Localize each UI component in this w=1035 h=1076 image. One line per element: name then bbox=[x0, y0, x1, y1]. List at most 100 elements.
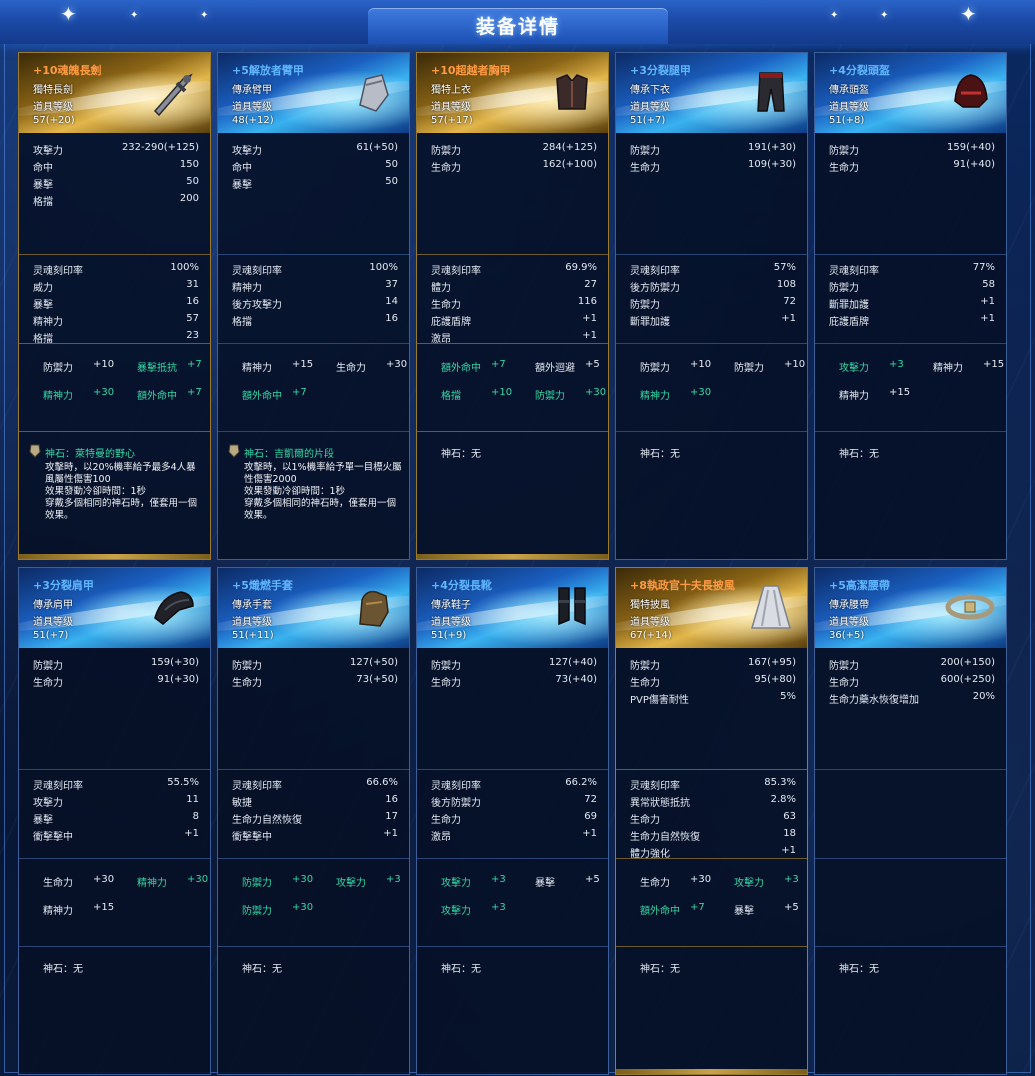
equipment-card[interactable]: +10超越者胸甲 獨特上衣 道具等级 57(+17) 防禦力 284(+125) 生命力 16… bbox=[416, 52, 609, 560]
equipment-card[interactable]: +8執政官十夫長披風 獨特披風 道具等级 67(+14) 防禦力 167(+95) 生命力 9… bbox=[615, 567, 808, 1075]
equipment-card[interactable]: +4分裂頭盔 傳承頭盔 道具等级 51(+8) 防禦力 159(+40) 生命力 91(+40… bbox=[814, 52, 1007, 560]
stat-value: 50 bbox=[385, 159, 398, 170]
sparkle-icon: ✦ bbox=[960, 2, 977, 26]
stat-row: 防禦力 159(+40) bbox=[829, 142, 995, 157]
soul-engraving-stats: 灵魂刻印率 57% 後方防禦力 108 防禦力 72 斷罪加護 +1 bbox=[616, 254, 807, 344]
cape-icon bbox=[744, 580, 798, 634]
item-level-label: 道具等级 bbox=[33, 617, 73, 628]
item-banner: +10魂魄長劍 獨特長劍 道具等级 57(+20) bbox=[19, 53, 210, 133]
equipment-card[interactable]: +5解放者臂甲 傳承臂甲 道具等级 48(+12) 攻擊力 61(+50) 命中 50 暴擊 50… bbox=[217, 52, 410, 560]
stat-value: 109(+30) bbox=[748, 159, 796, 170]
stat-value: 16 bbox=[186, 296, 199, 307]
bonus-stat: 攻擊力 +3 bbox=[734, 874, 804, 889]
stat-value: 18 bbox=[783, 828, 796, 839]
title-bar: 装备详情 ✦ ✦ ✦ ✦ ✦ ✦ bbox=[0, 0, 1035, 44]
boots-icon bbox=[545, 580, 599, 634]
stat-value: 11 bbox=[186, 794, 199, 805]
bonus-label: 精神力 bbox=[933, 363, 963, 374]
bonus-stat: 攻擊力 +3 bbox=[336, 874, 406, 889]
bonus-value: +30 bbox=[93, 387, 115, 398]
stat-label: 防禦力 bbox=[630, 146, 660, 157]
bonus-stat: 攻擊力 +3 bbox=[839, 359, 909, 374]
equipment-card[interactable]: +10魂魄長劍 獨特長劍 道具等级 57(+20) 攻擊力 232-290(+125) 命中… bbox=[18, 52, 211, 560]
stat-value: 2.8% bbox=[770, 794, 796, 805]
soul-stat-row: 體力強化 +1 bbox=[630, 845, 796, 860]
base-stats: 防禦力 159(+40) 生命力 91(+40) bbox=[815, 134, 1006, 254]
stat-label: 生命力 bbox=[33, 678, 63, 689]
bonus-value: +30 bbox=[690, 874, 712, 885]
soul-stat-row: 灵魂刻印率 66.2% bbox=[431, 777, 597, 792]
divine-stone-section: 神石：无 bbox=[616, 431, 807, 560]
soul-stat-row: 後方攻擊力 14 bbox=[232, 296, 398, 311]
bonus-stat: 精神力 +15 bbox=[933, 359, 1004, 374]
stat-label: 體力 bbox=[431, 283, 451, 294]
bonus-label: 精神力 bbox=[640, 391, 670, 402]
equipment-card[interactable]: +3分裂腿甲 傳承下衣 道具等级 51(+7) 防禦力 191(+30) 生命力 109(+3… bbox=[615, 52, 808, 560]
stat-value: 150 bbox=[179, 159, 199, 170]
bonus-stat: 防禦力 +10 bbox=[734, 359, 806, 374]
soul-engraving-stats: 灵魂刻印率 66.2% 後方防禦力 72 生命力 69 激昂 +1 bbox=[417, 769, 608, 859]
equipment-card[interactable]: +5高潔腰帶 傳承腰帶 道具等级 36(+5) 防禦力 200(+150) 生命力 600(+… bbox=[814, 567, 1007, 1075]
soul-stat-row: 生命力 69 bbox=[431, 811, 597, 826]
item-level: 36(+5) bbox=[829, 630, 865, 641]
equipment-card[interactable]: +3分裂肩甲 傳承肩甲 道具等级 51(+7) 防禦力 159(+30) 生命力 91(+30… bbox=[18, 567, 211, 1075]
gem-label: 神石：无 bbox=[43, 964, 83, 975]
gem-label: 神石：无 bbox=[640, 964, 680, 975]
stat-value: 191(+30) bbox=[748, 142, 796, 153]
item-level-label: 道具等级 bbox=[630, 102, 670, 113]
bonus-value: +10 bbox=[784, 359, 806, 370]
item-banner: +4分裂長靴 傳承鞋子 道具等级 51(+9) bbox=[417, 568, 608, 648]
stat-label: 激昂 bbox=[431, 832, 451, 843]
stat-value: 37 bbox=[385, 279, 398, 290]
item-level: 48(+12) bbox=[232, 115, 274, 126]
soul-engraving-stats: 灵魂刻印率 100% 威力 31 暴擊 16 精神力 57 格擋 23 bbox=[19, 254, 210, 345]
stat-value: +1 bbox=[184, 828, 199, 839]
soul-stat-row: 灵魂刻印率 66.6% bbox=[232, 777, 398, 792]
stat-value: +1 bbox=[582, 828, 597, 839]
stat-label: 生命力 bbox=[431, 815, 461, 826]
stat-label: 灵魂刻印率 bbox=[431, 781, 481, 792]
stat-row: 攻擊力 61(+50) bbox=[232, 142, 398, 157]
soul-stat-row: 敏捷 16 bbox=[232, 794, 398, 809]
stat-value: 5% bbox=[780, 691, 796, 702]
stat-label: 生命力 bbox=[431, 300, 461, 311]
item-banner: +10超越者胸甲 獨特上衣 道具等级 57(+17) bbox=[417, 53, 608, 133]
soul-stat-row: 防禦力 72 bbox=[630, 296, 796, 311]
stat-label: 防禦力 bbox=[829, 283, 859, 294]
stat-label: 暴擊 bbox=[232, 180, 252, 191]
stat-row: 命中 50 bbox=[232, 159, 398, 174]
soul-stat-row: 衝擊擊中 +1 bbox=[33, 828, 199, 843]
stat-label: 灵魂刻印率 bbox=[829, 266, 879, 277]
stat-label: 生命力藥水恢復增加 bbox=[829, 695, 919, 706]
stat-label: 生命力 bbox=[829, 163, 859, 174]
bonus-value: +3 bbox=[491, 902, 506, 913]
gem-title: 神石：萊特曼的野心 bbox=[45, 449, 135, 460]
item-type: 獨特披風 bbox=[630, 600, 670, 611]
bonus-stat: 防禦力 +30 bbox=[242, 874, 313, 889]
bonus-stat: 格擋 +10 bbox=[441, 387, 513, 402]
stat-row: 防禦力 284(+125) bbox=[431, 142, 597, 157]
item-type: 獨特長劍 bbox=[33, 85, 73, 96]
sparkle-icon: ✦ bbox=[130, 10, 139, 21]
soul-stat-row: 灵魂刻印率 69.9% bbox=[431, 262, 597, 277]
bonus-stat: 額外迴避 +5 bbox=[535, 359, 605, 374]
stat-value: 72 bbox=[584, 794, 597, 805]
bonus-stat: 攻擊力 +3 bbox=[441, 874, 511, 889]
stat-value: 200 bbox=[179, 193, 199, 204]
bonus-value: +30 bbox=[93, 874, 115, 885]
item-level: 51(+7) bbox=[630, 115, 666, 126]
stat-row: 生命力 109(+30) bbox=[630, 159, 796, 174]
chest-armor-icon bbox=[545, 65, 599, 119]
stat-label: 庇護盾牌 bbox=[431, 317, 471, 328]
bonus-value: +30 bbox=[690, 387, 712, 398]
bonus-value: +10 bbox=[93, 359, 115, 370]
bonus-stat: 生命力 +30 bbox=[640, 874, 712, 889]
gem-icon bbox=[29, 443, 41, 458]
equipment-card[interactable]: +4分裂長靴 傳承鞋子 道具等级 51(+9) 防禦力 127(+40) 生命力 73(+40… bbox=[416, 567, 609, 1075]
item-level: 57(+20) bbox=[33, 115, 75, 126]
stat-label: 斷罪加護 bbox=[829, 300, 869, 311]
bonus-value: +10 bbox=[491, 387, 513, 398]
stat-label: 生命力 bbox=[431, 163, 461, 174]
equipment-card[interactable]: +5熾燃手套 傳承手套 道具等级 51(+11) 防禦力 127(+50) 生命力 73(+5… bbox=[217, 567, 410, 1075]
bonus-label: 精神力 bbox=[242, 363, 272, 374]
